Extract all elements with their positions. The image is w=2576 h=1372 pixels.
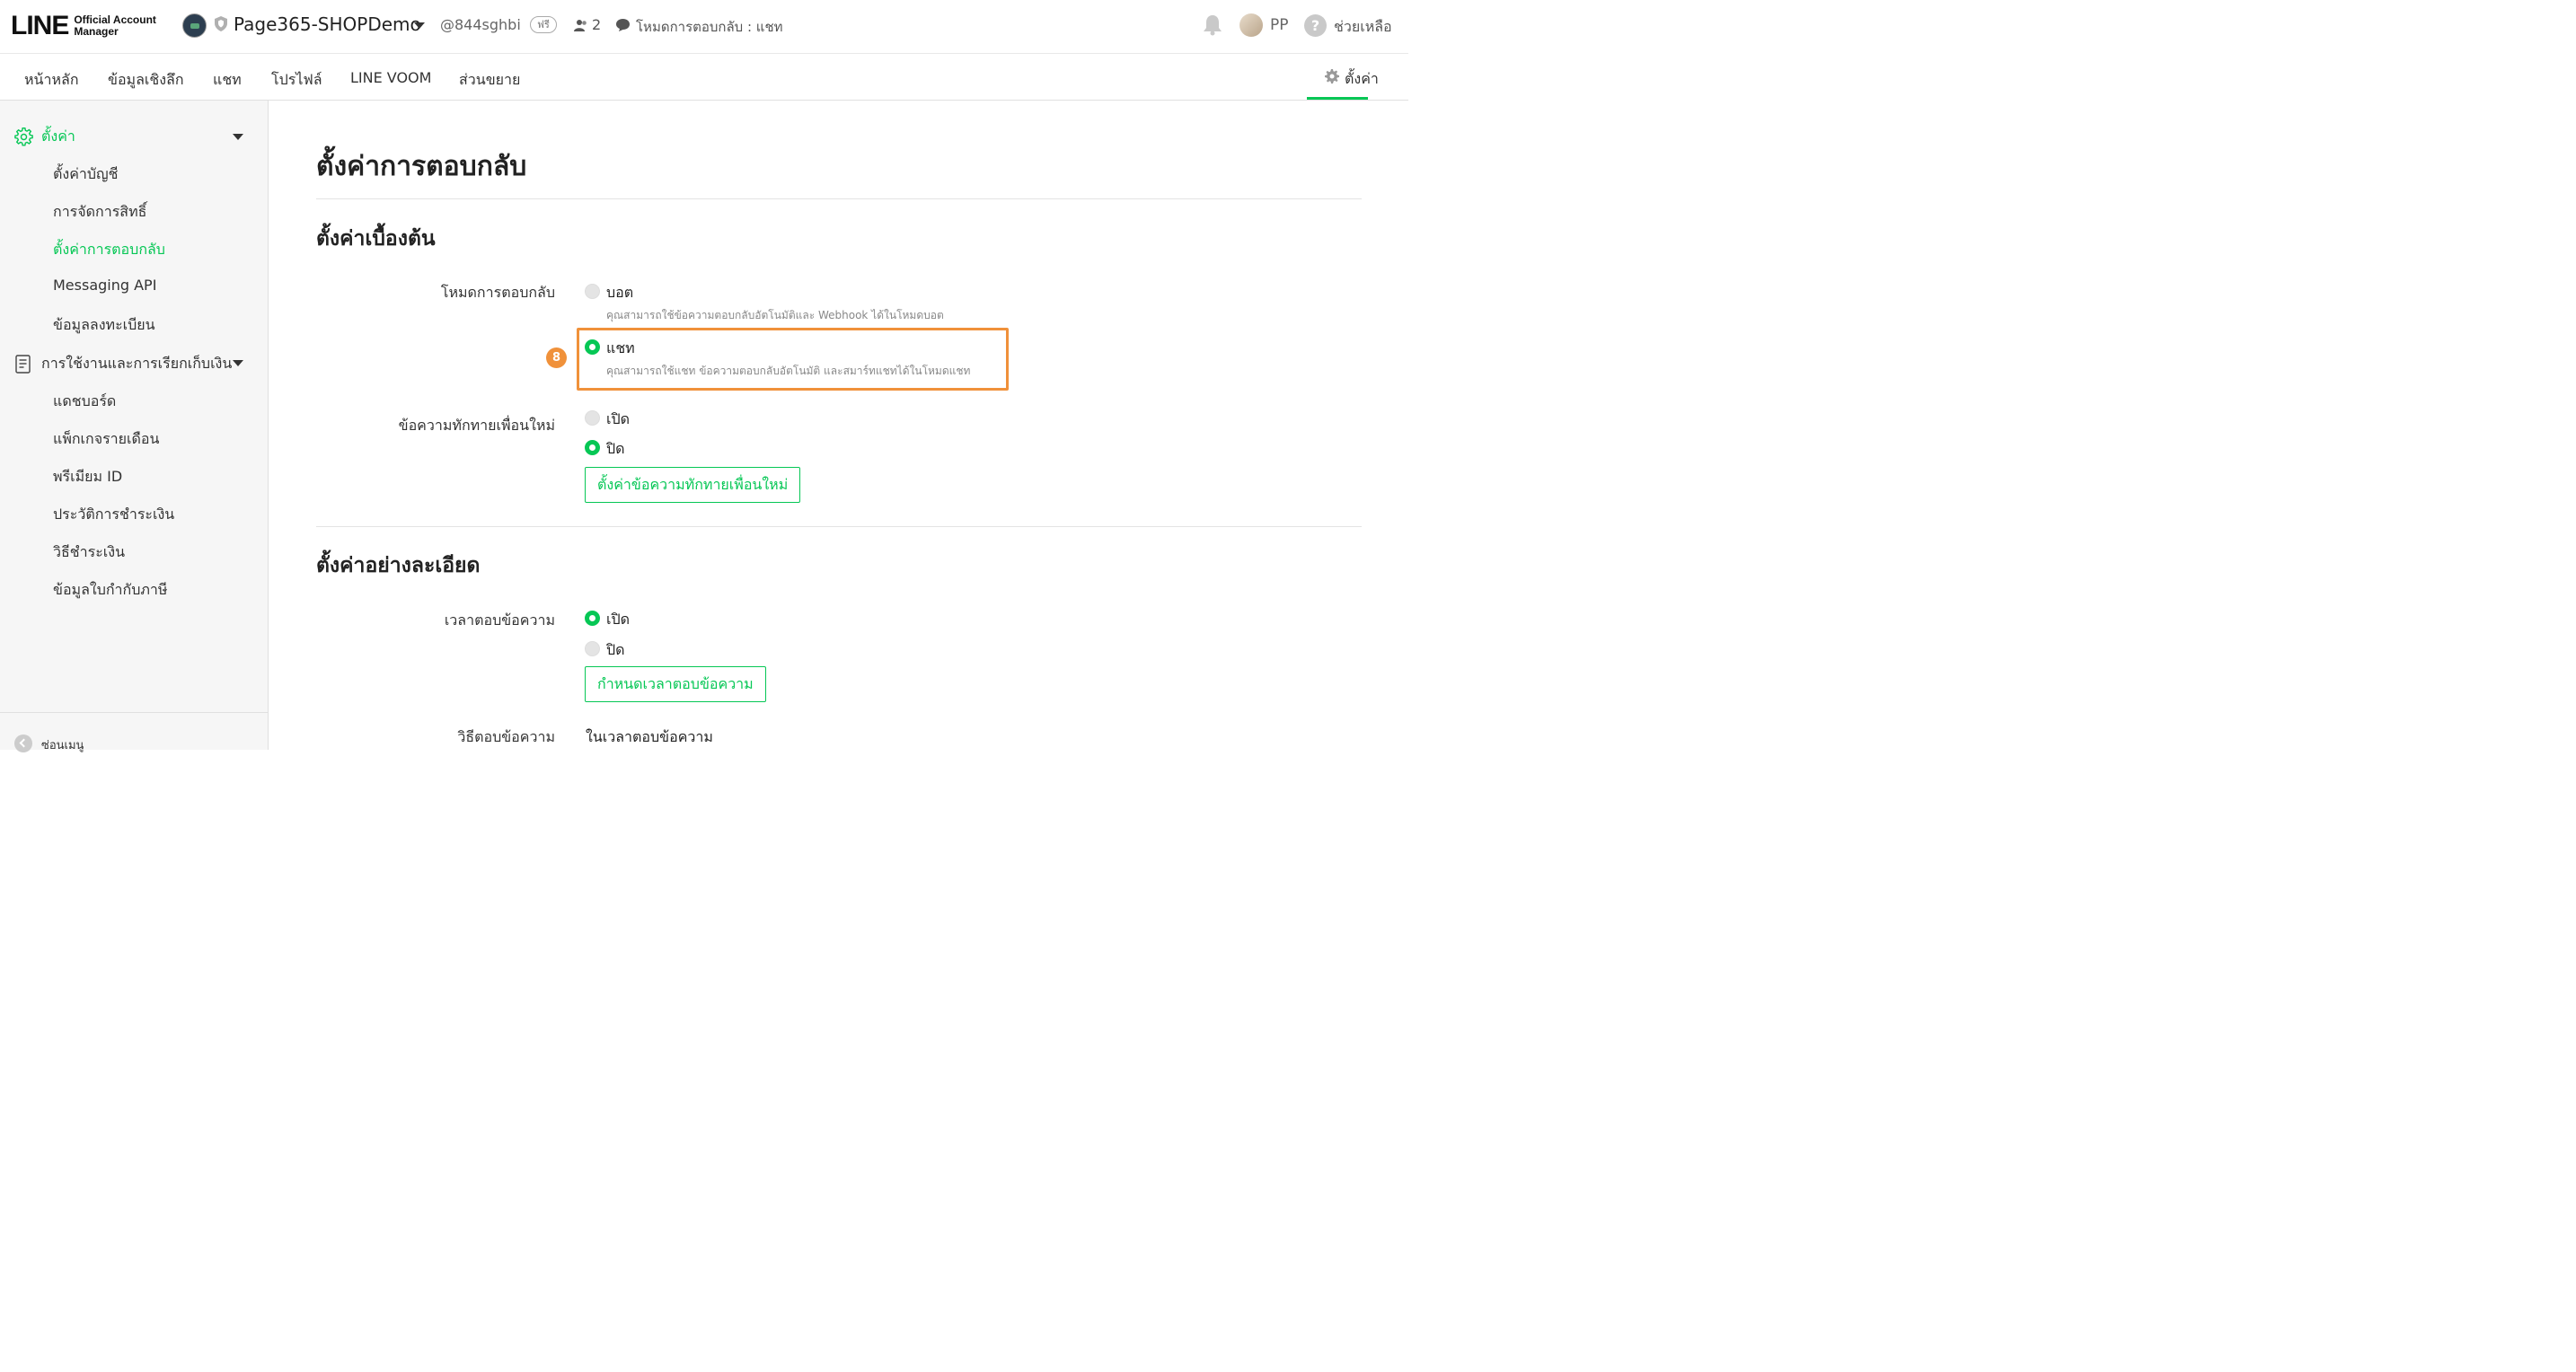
nav-home[interactable]: หน้าหลัก — [24, 69, 79, 92]
chevron-down-icon[interactable] — [414, 22, 425, 29]
greeting-message-label: ข้อความทักทายเพื่อนใหม่ — [398, 417, 555, 434]
greeting-settings-button[interactable]: ตั้งค่าข้อความทักทายเพื่อนใหม่ — [585, 467, 801, 503]
account-id: @844sghbi — [440, 16, 521, 33]
sidebar-item-payment-method[interactable]: วิธีชำระเงิน — [53, 541, 125, 564]
sidebar-item-permissions[interactable]: การจัดการสิทธิ์ — [53, 201, 146, 224]
response-hours-off-label[interactable]: ปิด — [606, 639, 625, 662]
divider — [316, 526, 1362, 527]
radio-response-hours-off[interactable] — [585, 641, 600, 656]
chevron-left-icon[interactable] — [14, 734, 32, 752]
sidebar-item-payment-history[interactable]: ประวัติการชำระเงิน — [53, 504, 174, 526]
divider — [316, 198, 1362, 199]
sidebar-footer: ซ่อนเมนู — [0, 712, 268, 752]
response-method-value: ในเวลาตอบข้อความ — [586, 728, 713, 745]
bot-option-description: คุณสามารถใช้ข้อความตอบกลับอัตโนมัติและ W… — [606, 309, 944, 321]
nav-line-voom[interactable]: LINE VOOM — [350, 69, 431, 86]
chat-option-description: คุณสามารถใช้แชท ข้อความตอบกลับอัตโนมัติ … — [606, 365, 971, 377]
friends-count: 2 — [592, 16, 602, 33]
account-avatar[interactable] — [182, 13, 207, 38]
shield-icon — [215, 16, 227, 31]
help-icon[interactable]: ? — [1304, 14, 1327, 37]
document-icon — [15, 354, 31, 374]
sidebar-settings-header[interactable]: ตั้งค่า — [14, 126, 75, 148]
sidebar-item-dashboard[interactable]: แดชบอร์ด — [53, 391, 116, 413]
sidebar: ตั้งค่า ตั้งค่าบัญชี การจัดการสิทธิ์ ตั้… — [0, 101, 269, 752]
step-badge: 8 — [546, 347, 567, 368]
sidebar-item-registration-info[interactable]: ข้อมูลลงทะเบียน — [53, 314, 155, 337]
chevron-down-icon[interactable] — [233, 134, 243, 140]
logo-sub-1: Official Account — [74, 13, 156, 26]
radio-greeting-on[interactable] — [585, 410, 600, 426]
greeting-on-label[interactable]: เปิด — [606, 409, 630, 431]
account-name[interactable]: Page365-SHOPDemo — [234, 13, 421, 35]
nav-extensions[interactable]: ส่วนขยาย — [459, 69, 520, 92]
bot-option-label[interactable]: บอต — [606, 282, 633, 304]
radio-chat-mode[interactable] — [585, 339, 600, 355]
response-mode-status[interactable]: โหมดการตอบกลับ : แชท — [636, 16, 783, 38]
nav-settings-label: ตั้งค่า — [1345, 70, 1379, 87]
response-hours-on-label[interactable]: เปิด — [606, 609, 630, 631]
sidebar-item-response-settings[interactable]: ตั้งค่าการตอบกลับ — [53, 239, 165, 261]
top-bar: LINE Official Account Manager Page365-SH… — [0, 0, 1408, 54]
response-method-label: วิธีตอบข้อความ — [457, 728, 555, 745]
sidebar-item-monthly-package[interactable]: แพ็กเกจรายเดือน — [53, 428, 159, 451]
sidebar-item-account-settings[interactable]: ตั้งค่าบัญชี — [53, 163, 119, 186]
radio-bot-mode[interactable] — [585, 284, 600, 299]
greeting-off-label[interactable]: ปิด — [606, 438, 625, 461]
user-avatar[interactable] — [1239, 13, 1263, 37]
nav-insights[interactable]: ข้อมูลเชิงลึก — [108, 69, 184, 92]
sidebar-billing-title: การใช้งานและการเรียกเก็บเงิน — [41, 355, 233, 372]
friends-icon — [574, 20, 587, 31]
help-link[interactable]: ช่วยเหลือ — [1334, 16, 1392, 39]
nav-profile[interactable]: โปรไฟล์ — [271, 69, 322, 92]
radio-greeting-off[interactable] — [585, 440, 600, 455]
line-oa-logo[interactable]: LINE Official Account Manager — [11, 11, 156, 41]
collapse-menu-link[interactable]: ซ่อนเมนู — [41, 735, 84, 754]
sidebar-item-messaging-api[interactable]: Messaging API — [53, 277, 156, 294]
gear-icon — [1325, 69, 1339, 84]
chat-bubble-icon — [616, 19, 630, 31]
sidebar-billing-header[interactable]: การใช้งานและการเรียกเก็บเงิน — [14, 353, 232, 375]
sidebar-item-tax-invoice[interactable]: ข้อมูลใบกำกับภาษี — [53, 579, 167, 602]
advanced-settings-title: ตั้งค่าอย่างละเอียด — [316, 554, 481, 577]
plan-badge: ฟรี — [530, 16, 557, 33]
sidebar-item-premium-id[interactable]: พรีเมียม ID — [53, 466, 122, 488]
logo-line-text: LINE — [11, 11, 69, 40]
logo-subtitle: Official Account Manager — [74, 14, 156, 38]
user-name[interactable]: PP — [1270, 16, 1289, 34]
nav-chat[interactable]: แชท — [213, 69, 242, 92]
logo-sub-2: Manager — [74, 25, 119, 38]
nav-settings[interactable]: ตั้งค่า — [1307, 55, 1379, 100]
page-title: ตั้งค่าการตอบกลับ — [316, 151, 527, 182]
bell-icon[interactable] — [1203, 14, 1222, 36]
radio-response-hours-on[interactable] — [585, 611, 600, 626]
sidebar-settings-title: ตั้งค่า — [41, 128, 75, 145]
chevron-down-icon[interactable] — [233, 360, 243, 366]
response-hours-button[interactable]: กำหนดเวลาตอบข้อความ — [585, 666, 766, 702]
chat-option-highlight — [577, 328, 1009, 391]
chat-option-label[interactable]: แชท — [606, 338, 635, 360]
response-hours-label: เวลาตอบข้อความ — [444, 611, 555, 629]
main-nav: หน้าหลัก ข้อมูลเชิงลึก แชท โปรไฟล์ LINE … — [0, 55, 1408, 101]
response-mode-label: โหมดการตอบกลับ — [440, 284, 555, 301]
basic-settings-title: ตั้งค่าเบื้องต้น — [316, 227, 436, 251]
gear-icon — [14, 128, 33, 146]
